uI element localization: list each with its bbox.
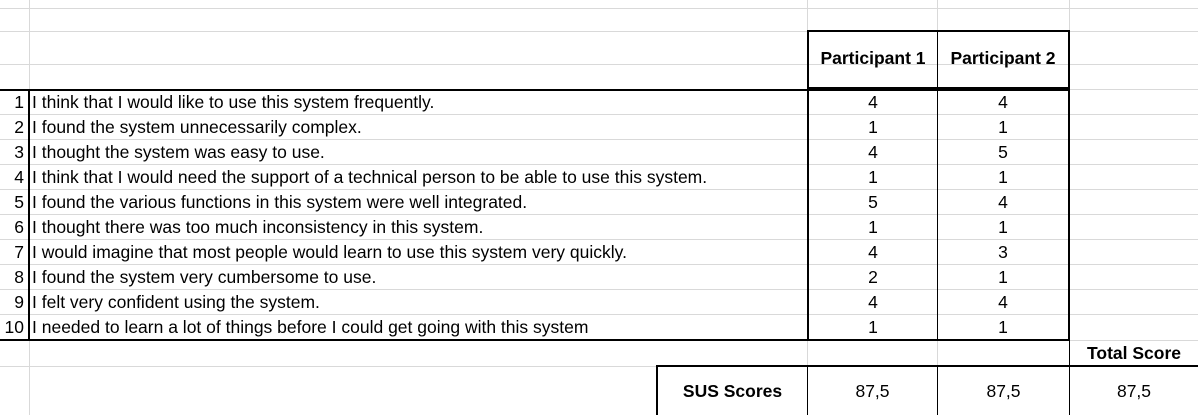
participant-1-score[interactable]: 5	[809, 190, 937, 215]
question-text[interactable]: I felt very confident using the system.	[32, 290, 320, 315]
header-participant-1[interactable]: Participant 1	[809, 46, 937, 71]
row-number[interactable]: 5	[0, 190, 24, 215]
row-number[interactable]: 2	[0, 115, 24, 140]
question-text[interactable]: I needed to learn a lot of things before…	[32, 315, 588, 340]
data-border-num	[28, 89, 30, 341]
participant-2-score[interactable]: 4	[938, 190, 1068, 215]
gridline-h	[0, 8, 1198, 9]
row-number[interactable]: 3	[0, 140, 24, 165]
header-border-right	[1068, 30, 1070, 89]
question-text[interactable]: I found the various functions in this sy…	[32, 190, 527, 215]
sus-score-participant-1[interactable]: 87,5	[808, 379, 937, 404]
row-number[interactable]: 1	[0, 90, 24, 115]
row-number[interactable]: 9	[0, 290, 24, 315]
participant-2-score[interactable]: 4	[938, 90, 1068, 115]
participant-1-score[interactable]: 1	[809, 165, 937, 190]
row-number[interactable]: 4	[0, 165, 24, 190]
participant-2-score[interactable]: 1	[938, 215, 1068, 240]
sus-scores-label[interactable]: SUS Scores	[658, 379, 807, 404]
participant-2-score[interactable]: 1	[938, 315, 1068, 340]
sus-score-participant-2[interactable]: 87,5	[938, 379, 1069, 404]
question-text[interactable]: I would imagine that most people would l…	[32, 240, 627, 265]
header-border-top	[807, 30, 1069, 32]
participant-2-score[interactable]: 3	[938, 240, 1068, 265]
participant-1-score[interactable]: 4	[809, 90, 937, 115]
participant-1-score[interactable]: 4	[809, 140, 937, 165]
participant-1-score[interactable]: 4	[809, 240, 937, 265]
data-border-right	[1068, 89, 1070, 341]
sus-total-score[interactable]: 87,5	[1070, 379, 1198, 404]
question-text[interactable]: I think that I would like to use this sy…	[32, 90, 434, 115]
participant-1-score[interactable]: 4	[809, 290, 937, 315]
participant-2-score[interactable]: 5	[938, 140, 1068, 165]
row-number[interactable]: 6	[0, 215, 24, 240]
row-number[interactable]: 8	[0, 265, 24, 290]
row-number[interactable]: 7	[0, 240, 24, 265]
participant-1-score[interactable]: 1	[809, 115, 937, 140]
header-participant-2[interactable]: Participant 2	[938, 46, 1068, 71]
question-text[interactable]: I thought the system was easy to use.	[32, 140, 325, 165]
question-text[interactable]: I thought there was too much inconsisten…	[32, 215, 483, 240]
spreadsheet-grid: Participant 1 Participant 2 Total Score …	[0, 0, 1198, 415]
participant-2-score[interactable]: 1	[938, 115, 1068, 140]
participant-2-score[interactable]: 1	[938, 265, 1068, 290]
question-text[interactable]: I found the system very cumbersome to us…	[32, 265, 376, 290]
question-text[interactable]: I think that I would need the support of…	[32, 165, 707, 190]
participant-1-score[interactable]: 1	[809, 215, 937, 240]
participant-1-score[interactable]: 1	[809, 315, 937, 340]
header-total-score[interactable]: Total Score	[1070, 341, 1198, 366]
question-text[interactable]: I found the system unnecessarily complex…	[32, 115, 362, 140]
participant-2-score[interactable]: 1	[938, 165, 1068, 190]
participant-1-score[interactable]: 2	[809, 265, 937, 290]
participant-2-score[interactable]: 4	[938, 290, 1068, 315]
row-number[interactable]: 10	[0, 315, 24, 340]
